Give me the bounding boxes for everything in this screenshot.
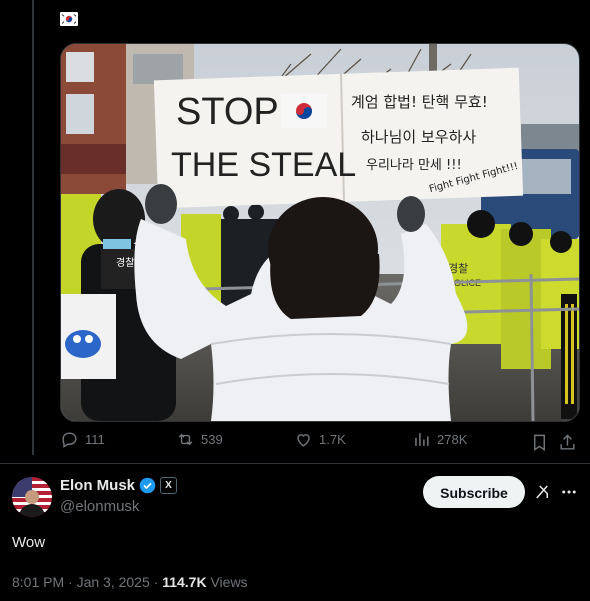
post-text: Wow	[12, 534, 46, 551]
bar-chart-icon	[415, 433, 429, 446]
heart-icon	[297, 434, 310, 447]
author-name-row[interactable]: Elon Musk X	[60, 477, 178, 494]
post-views-label: Views	[206, 574, 248, 590]
quoted-post-action-bar: 111 539 1.7K 278K	[60, 430, 578, 456]
like-count: 1.7K	[319, 432, 346, 447]
sign-korean-line3: 우리나라 만세 !!!	[366, 158, 462, 173]
post-media-photo[interactable]: 경찰 POLICE 경찰대 STOP THE STEAL	[60, 43, 580, 422]
sign-the-steal-text: THE STEAL	[171, 146, 356, 184]
author-name: Elon Musk	[60, 477, 136, 494]
protest-photo: 경찰 POLICE 경찰대 STOP THE STEAL	[61, 44, 579, 421]
share-icon[interactable]	[558, 433, 577, 452]
like-action[interactable]: 1.7K	[294, 430, 346, 449]
sign-korean-line2: 하나님이 보우하사	[361, 128, 476, 146]
views-action[interactable]: 278K	[412, 430, 467, 449]
verified-badge-icon[interactable]	[139, 477, 156, 494]
repost-action[interactable]: 539	[176, 430, 223, 449]
bookmark-icon[interactable]	[530, 433, 549, 452]
more-options-icon[interactable]	[560, 483, 578, 501]
repost-icon	[178, 433, 193, 446]
author-handle[interactable]: @elonmusk	[60, 498, 139, 515]
sign-stop-text: STOP	[176, 91, 279, 133]
views-count: 278K	[437, 432, 468, 447]
x-affiliation-badge-icon[interactable]: X	[160, 477, 178, 494]
avatar[interactable]	[12, 477, 52, 517]
thread-connector-line	[32, 0, 34, 455]
post-author-header: Elon Musk X @elonmusk Subscribe	[12, 475, 578, 525]
subscribe-button[interactable]: Subscribe	[423, 476, 525, 508]
repost-count: 539	[201, 432, 223, 447]
section-divider	[0, 463, 590, 464]
south-korea-flag-icon	[60, 12, 78, 26]
post-timestamp[interactable]: 8:01 PM · Jan 3, 2025 ·	[12, 574, 162, 590]
reply-icon	[62, 432, 77, 448]
reply-action[interactable]: 111	[60, 430, 105, 449]
reply-count: 111	[85, 432, 105, 447]
post-views-count[interactable]: 114.7K	[162, 574, 206, 590]
sign-korean-line1: 계엄 합법! 탄핵 무효!	[351, 93, 488, 111]
post-meta: 8:01 PM · Jan 3, 2025 · 114.7K Views	[12, 574, 248, 590]
grok-icon[interactable]	[533, 483, 551, 501]
